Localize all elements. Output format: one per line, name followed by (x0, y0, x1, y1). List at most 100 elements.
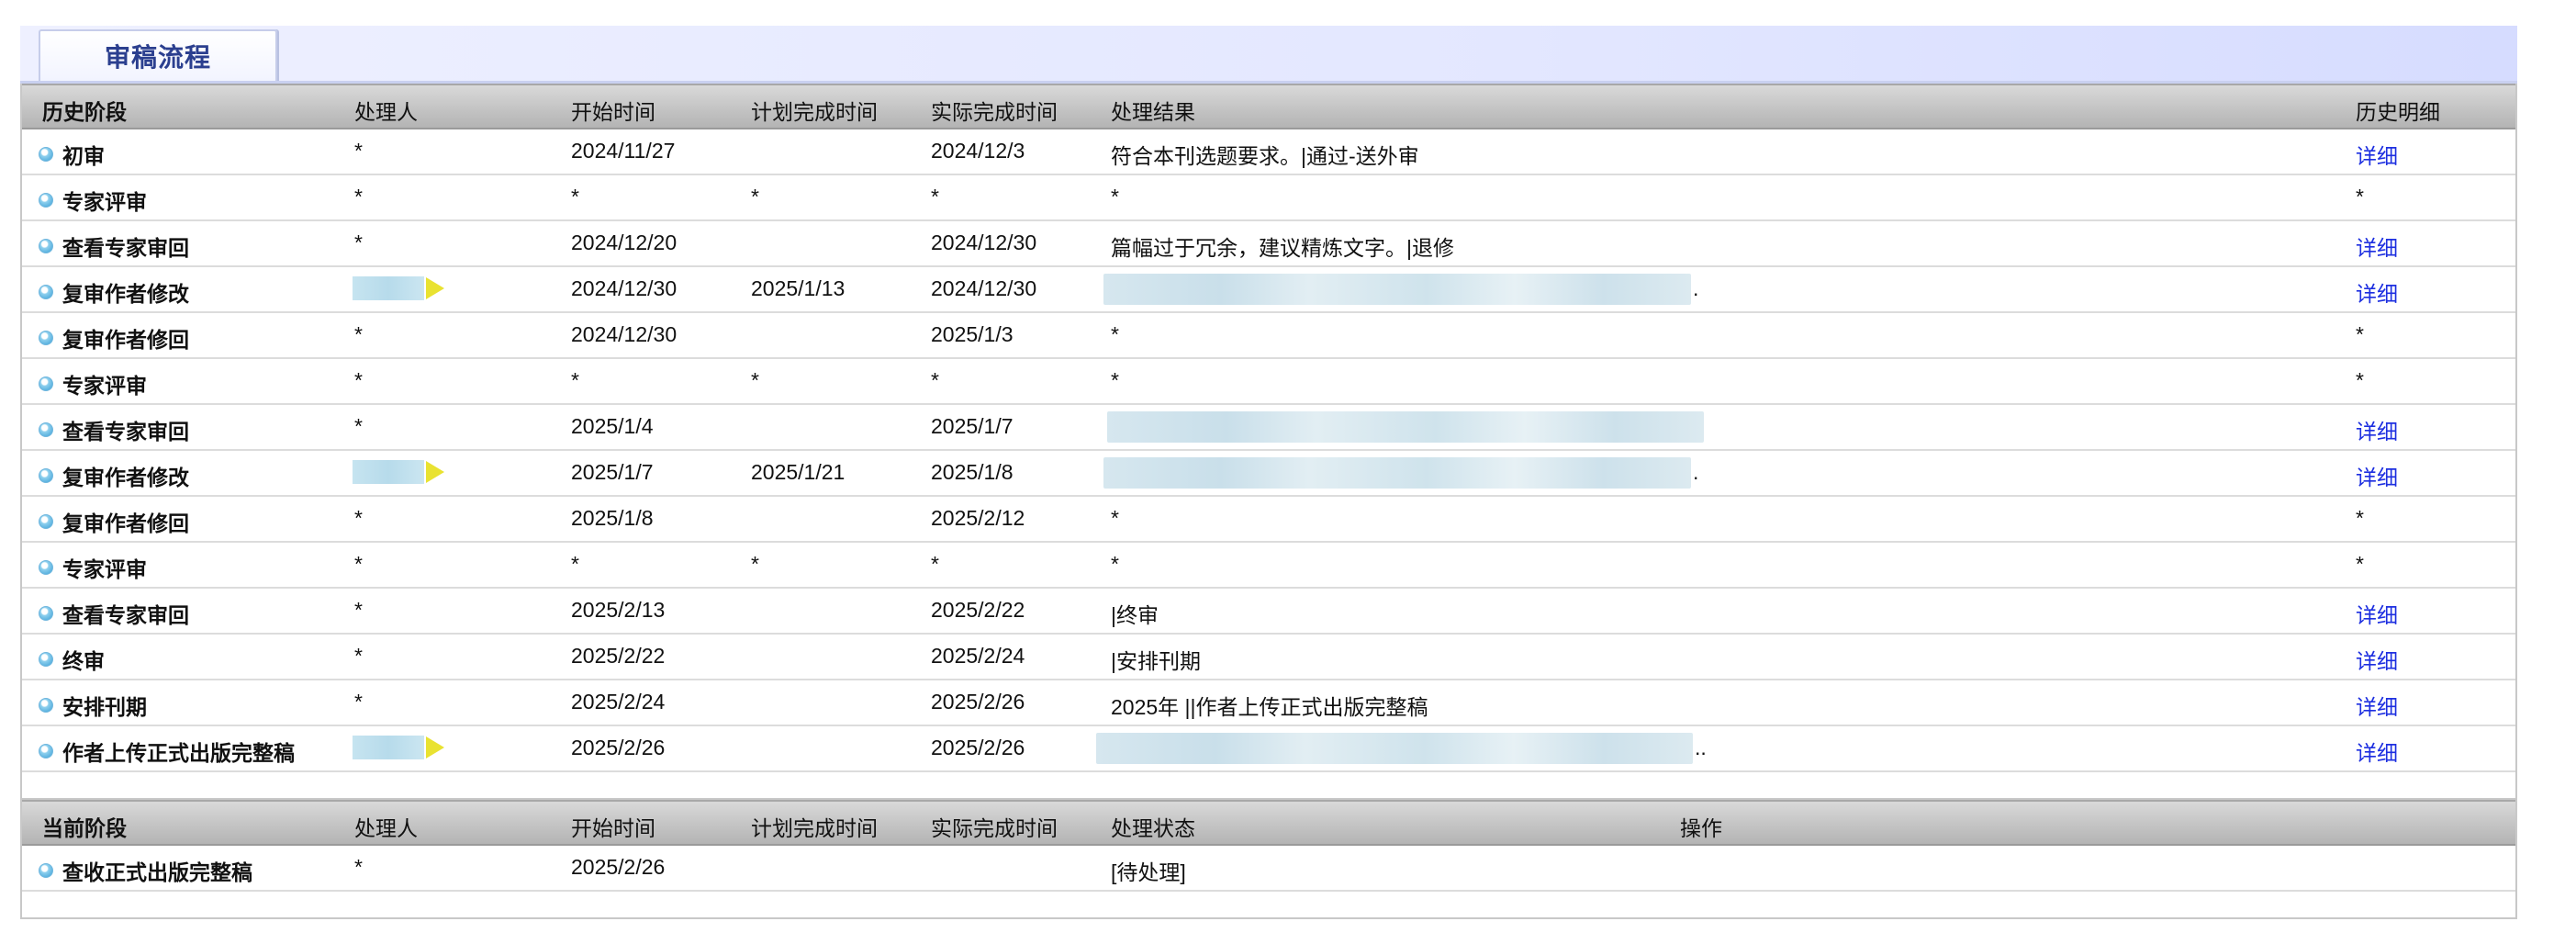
detail-link[interactable]: 详细 (2356, 690, 2398, 721)
stage-bullet-icon (39, 422, 53, 437)
start-time-cell: 2025/1/4 (571, 414, 654, 438)
table-row: 专家评审 * * * * * * (22, 357, 2515, 405)
stage-label: 安排刊期 (62, 695, 147, 719)
table-row: 初审 * 2024/11/27 2024/12/3 符合本刊选题要求。|通过-送外审 详细 (22, 128, 2515, 175)
col-result: 处理结果 (1111, 100, 1195, 124)
actual-time-cell: 2025/1/3 (931, 322, 1014, 346)
actual-time-cell: * (931, 552, 939, 576)
start-time-cell: 2024/12/30 (571, 322, 678, 346)
flag-icon (426, 736, 444, 759)
stage-bullet-icon (39, 147, 53, 162)
handler-cell: * (354, 644, 363, 668)
col-planned-time: 计划完成时间 (751, 100, 878, 124)
stage-cell: 查看专家审回 (39, 414, 189, 445)
handler-redacted (353, 276, 444, 300)
stage-label: 作者上传正式出版完整稿 (62, 741, 295, 765)
status-cell: [待处理] (1111, 860, 1186, 884)
redacted-result (1096, 733, 1693, 764)
planned-time-cell: * (751, 368, 759, 392)
review-process-frame: 审稿流程 历史阶段 处理人 开始时间 计划完成时间 实际完成时间 处理结果 历史… (20, 26, 2517, 919)
planned-time-cell: 2025/1/21 (751, 460, 846, 484)
detail-link[interactable]: 详细 (2356, 644, 2398, 675)
detail-link[interactable]: 详细 (2356, 736, 2398, 767)
detail-link: * (2356, 506, 2364, 530)
result-cell: . (1693, 276, 1699, 300)
detail-link[interactable]: 详细 (2356, 414, 2398, 445)
actual-time-cell: 2025/2/26 (931, 736, 1025, 759)
handler-cell: * (354, 139, 363, 163)
history-header: 历史阶段 处理人 开始时间 计划完成时间 实际完成时间 处理结果 历史明细 (22, 84, 2515, 129)
handler-cell: * (354, 552, 363, 576)
col-handler: 处理人 (354, 816, 418, 840)
start-time-cell: 2025/2/26 (571, 736, 666, 759)
col-actual-time: 实际完成时间 (931, 816, 1058, 840)
stage-label: 复审作者修回 (62, 511, 189, 535)
stage-label: 查收正式出版完整稿 (62, 860, 252, 884)
col-start-time: 开始时间 (571, 816, 655, 840)
stage-bullet-icon (39, 514, 53, 529)
stage-bullet-icon (39, 331, 53, 345)
handler-cell: * (354, 855, 363, 879)
stage-label: 复审作者修改 (62, 282, 189, 306)
stage-cell: 查看专家审回 (39, 598, 189, 629)
detail-link[interactable]: 详细 (2356, 460, 2398, 491)
flag-icon (426, 461, 444, 483)
redacted-result (1107, 411, 1704, 443)
col-history-detail: 历史明细 (2356, 100, 2440, 124)
start-time-cell: 2025/2/24 (571, 690, 666, 714)
table-row: 复审作者修回 * 2025/1/8 2025/2/12 * * (22, 495, 2515, 543)
stage-label: 终审 (62, 649, 105, 673)
table-row: 复审作者修改 2025/1/7 2025/1/21 2025/1/8. 详细 (22, 449, 2515, 497)
result-cell: 篇幅过于冗余，建议精炼文字。|退修 (1111, 236, 1454, 260)
current-header: 当前阶段 处理人 开始时间 计划完成时间 实际完成时间 处理状态 操作 (22, 800, 2515, 846)
redacted-block (353, 276, 424, 300)
tab-review-process[interactable]: 审稿流程 (39, 29, 277, 81)
table-row: 复审作者修改 2024/12/30 2025/1/13 2024/12/30. 详细 (22, 265, 2515, 313)
handler-cell: * (354, 230, 363, 254)
table-row: 终审 * 2025/2/22 2025/2/24 |安排刊期 详细 (22, 633, 2515, 680)
actual-time-cell: 2025/1/7 (931, 414, 1014, 438)
start-time-cell: 2025/2/26 (571, 855, 666, 879)
col-operation: 操作 (1680, 816, 1722, 840)
handler-cell: * (354, 690, 363, 714)
result-cell: . (1693, 460, 1699, 484)
start-time-cell: 2025/2/22 (571, 644, 666, 668)
stage-bullet-icon (39, 744, 53, 759)
stage-bullet-icon (39, 285, 53, 299)
table-row: 专家评审 * * * * * * (22, 174, 2515, 221)
start-time-cell: 2024/12/30 (571, 276, 678, 300)
table-row: 查看专家审回 * 2025/1/4 2025/1/7 详细 (22, 403, 2515, 451)
stage-label: 复审作者修改 (62, 466, 189, 489)
stage-bullet-icon (39, 239, 53, 253)
actual-time-cell: * (931, 368, 939, 392)
detail-link: * (2356, 368, 2364, 392)
planned-time-cell: * (751, 185, 759, 208)
detail-link[interactable]: 详细 (2356, 230, 2398, 262)
detail-link[interactable]: 详细 (2356, 598, 2398, 629)
stage-cell: 复审作者修改 (39, 460, 189, 491)
result-cell: * (1111, 185, 1119, 208)
planned-time-cell: * (751, 552, 759, 576)
detail-link: * (2356, 322, 2364, 346)
stage-label: 专家评审 (62, 374, 147, 398)
actual-time-cell: * (931, 185, 939, 208)
actual-time-cell: 2025/2/26 (931, 690, 1025, 714)
table-row: 专家评审 * * * * * * (22, 541, 2515, 589)
detail-link[interactable]: 详细 (2356, 276, 2398, 308)
table-row: 查收正式出版完整稿 * 2025/2/26 [待处理] (22, 844, 2515, 892)
detail-link: * (2356, 185, 2364, 208)
result-cell: |终审 (1111, 603, 1159, 627)
stage-bullet-icon (39, 560, 53, 575)
table-row: 安排刊期 * 2025/2/24 2025/2/26 2025年 ||作者上传正式出版完… (22, 679, 2515, 726)
result-cell: * (1111, 552, 1119, 576)
stage-cell: 作者上传正式出版完整稿 (39, 736, 295, 767)
start-time-cell: * (571, 185, 579, 208)
stage-cell: 安排刊期 (39, 690, 147, 721)
redacted-result (1103, 274, 1691, 305)
result-cell: .. (1695, 736, 1707, 759)
actual-time-cell: 2024/12/30 (931, 230, 1037, 254)
actual-time-cell: 2025/2/22 (931, 598, 1025, 622)
stage-bullet-icon (39, 652, 53, 667)
detail-link[interactable]: 详细 (2356, 139, 2398, 170)
handler-redacted (353, 736, 444, 759)
